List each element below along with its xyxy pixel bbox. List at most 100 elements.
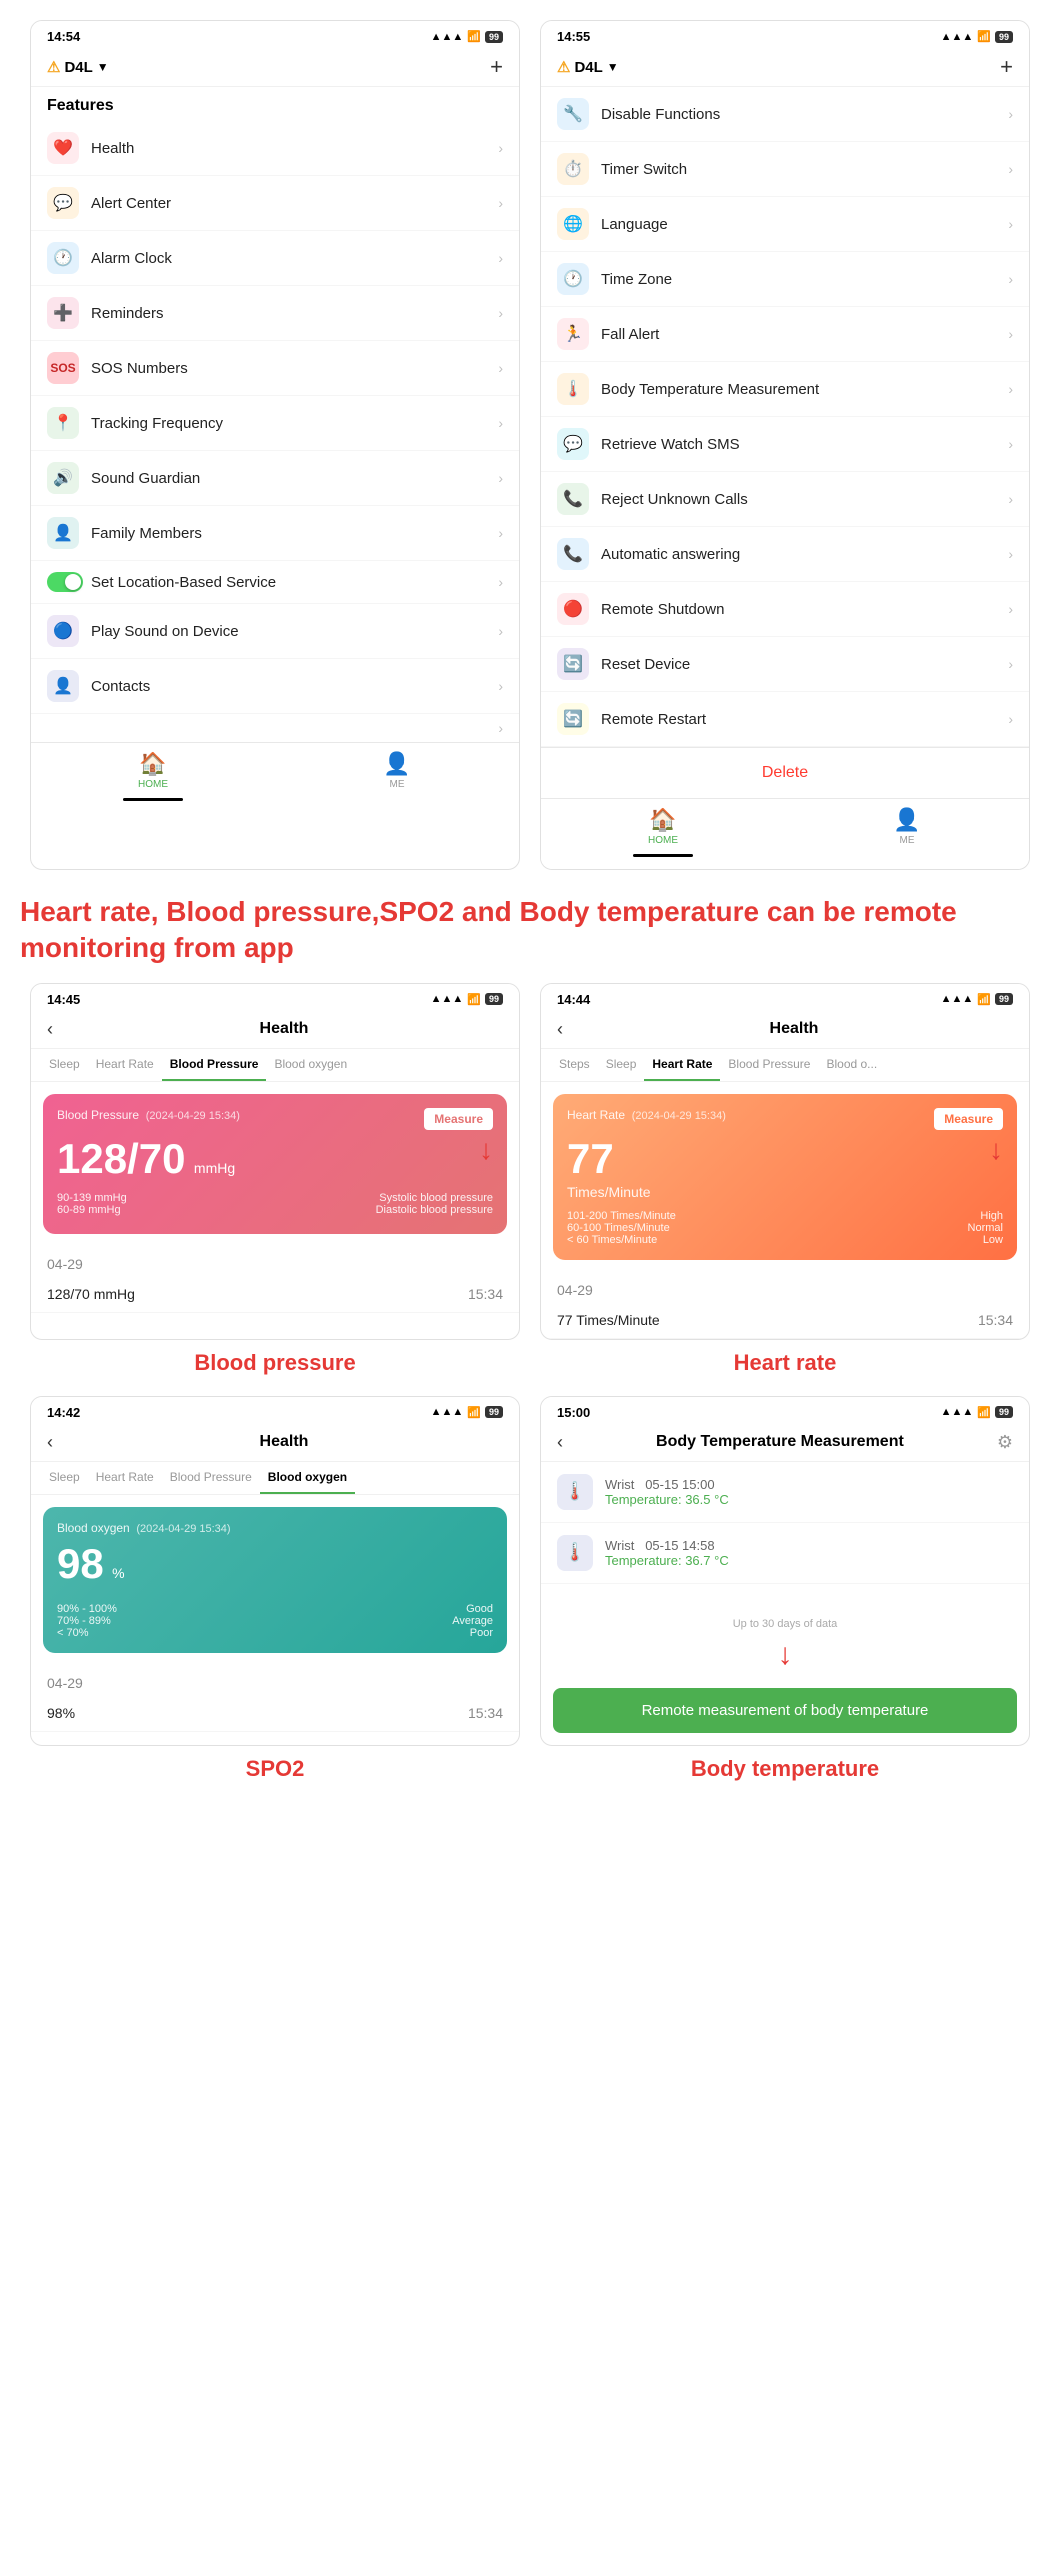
card-info: Blood Pressure (2024-04-29 15:34): [57, 1108, 240, 1122]
spo2-nav: ‹ Health: [31, 1424, 519, 1462]
remote-measure-button[interactable]: Remote measurement of body temperature: [553, 1688, 1017, 1733]
range-low: < 60 Times/Minute: [567, 1234, 657, 1246]
right-status-bar: 14:55 ▲▲▲ 📶 99: [541, 21, 1029, 48]
home-nav-label: HOME: [138, 779, 168, 790]
tab-bo[interactable]: Blood oxygen: [260, 1462, 355, 1494]
range-avg: 70% - 89%: [57, 1615, 111, 1627]
menu-item-sos[interactable]: SOS SOS Numbers ›: [31, 341, 519, 396]
card-title-row: Blood oxygen (2024-04-29 15:34): [57, 1521, 493, 1535]
temp-item-2: 🌡️ Wrist 05-15 14:58 Temperature: 36.7 °…: [541, 1523, 1029, 1584]
home-nav-item[interactable]: 🏠 HOME: [541, 807, 785, 857]
signal-icon: ▲▲▲: [431, 993, 464, 1005]
tab-sleep[interactable]: Sleep: [41, 1462, 88, 1494]
tab-bo[interactable]: Blood o...: [818, 1049, 885, 1081]
add-button[interactable]: +: [1000, 54, 1013, 80]
menu-item-fall[interactable]: 🏃 Fall Alert ›: [541, 307, 1029, 362]
menu-item-reminders[interactable]: ➕ Reminders ›: [31, 286, 519, 341]
home-nav-item[interactable]: 🏠 HOME: [31, 751, 275, 801]
menu-item-sms[interactable]: 💬 Retrieve Watch SMS ›: [541, 417, 1029, 472]
tab-bloodpressure[interactable]: Blood Pressure: [162, 1049, 267, 1081]
menu-item-timezone[interactable]: 🕐 Time Zone ›: [541, 252, 1029, 307]
menu-item-body-temp[interactable]: 🌡️ Body Temperature Measurement ›: [541, 362, 1029, 417]
card-value-row: 128/70 mmHg: [57, 1136, 493, 1182]
middle-heading: Heart rate, Blood pressure,SPO2 and Body…: [0, 870, 1060, 983]
location-toggle[interactable]: [47, 572, 83, 592]
back-button[interactable]: ‹: [47, 1432, 53, 1453]
home-nav-label: HOME: [648, 835, 678, 846]
range-row-1: 90% - 100% Good: [57, 1603, 493, 1615]
tab-bloodoxygen[interactable]: Blood oxygen: [266, 1049, 355, 1081]
alert-label: Alert Center: [91, 195, 498, 212]
menu-item-remote-shutdown[interactable]: 🔴 Remote Shutdown ›: [541, 582, 1029, 637]
chevron-icon: ›: [1008, 381, 1013, 397]
tab-heartrate[interactable]: Heart Rate: [88, 1049, 162, 1081]
add-button[interactable]: +: [490, 54, 503, 80]
spo2-icons: ▲▲▲ 📶 99: [431, 1406, 503, 1419]
menu-item-location[interactable]: Set Location-Based Service ›: [31, 561, 519, 604]
me-nav-item[interactable]: 👤 ME: [275, 751, 519, 801]
menu-item-reject-calls[interactable]: 📞 Reject Unknown Calls ›: [541, 472, 1029, 527]
menu-item-disable[interactable]: 🔧 Disable Functions ›: [541, 87, 1029, 142]
language-icon: 🌐: [557, 208, 589, 240]
left-menu-list: ❤️ Health › 💬 Alert Center › 🕐 Alarm Clo…: [31, 121, 519, 714]
tab-sleep[interactable]: Sleep: [598, 1049, 645, 1081]
me-nav-item[interactable]: 👤 ME: [785, 807, 1029, 857]
hp-left-icons: ▲▲▲ 📶 99: [431, 993, 503, 1006]
delete-button[interactable]: Delete: [541, 747, 1029, 798]
me-nav-label: ME: [390, 779, 405, 790]
range-diastolic: 60-89 mmHg: [57, 1204, 121, 1216]
menu-item-remote-restart[interactable]: 🔄 Remote Restart ›: [541, 692, 1029, 747]
tab-sleep[interactable]: Sleep: [41, 1049, 88, 1081]
body-temp-label: Body Temperature Measurement: [601, 381, 1008, 398]
spo2-status: 14:42 ▲▲▲ 📶 99: [31, 1397, 519, 1424]
measure-button[interactable]: Measure: [424, 1108, 493, 1130]
reminders-label: Reminders: [91, 305, 498, 322]
data-time: 15:34: [468, 1705, 503, 1721]
temp-type-1: Wrist 05-15 15:00: [605, 1477, 729, 1492]
tab-steps[interactable]: Steps: [551, 1049, 598, 1081]
menu-item-auto-answer[interactable]: 📞 Automatic answering ›: [541, 527, 1029, 582]
range-row-3: < 60 Times/Minute Low: [567, 1234, 1003, 1246]
menu-item-language[interactable]: 🌐 Language ›: [541, 197, 1029, 252]
tab-heartrate[interactable]: Heart Rate: [644, 1049, 720, 1081]
chevron-icon: ›: [498, 250, 503, 266]
card-info: Heart Rate (2024-04-29 15:34): [567, 1108, 726, 1122]
menu-item-reset[interactable]: 🔄 Reset Device ›: [541, 637, 1029, 692]
right-phone: 14:55 ▲▲▲ 📶 99 ⚠ D4L ▼ + 🔧 Disable Funct…: [540, 20, 1030, 870]
menu-item-alert[interactable]: 💬 Alert Center ›: [31, 176, 519, 231]
bp-caption: Blood pressure: [30, 1340, 520, 1396]
menu-item-play-sound[interactable]: 🔵 Play Sound on Device ›: [31, 604, 519, 659]
card-title-row: Blood Pressure (2024-04-29 15:34) Measur…: [57, 1108, 493, 1130]
left-phone: 14:54 ▲▲▲ 📶 99 ⚠ D4L ▼ + Features ❤️ Hea…: [30, 20, 520, 870]
back-button[interactable]: ‹: [557, 1432, 563, 1453]
hr-value: 77: [567, 1135, 614, 1182]
down-arrow-icon: ↓: [479, 1134, 493, 1166]
back-button[interactable]: ‹: [557, 1019, 563, 1040]
menu-item-contacts[interactable]: 👤 Contacts ›: [31, 659, 519, 714]
settings-icon[interactable]: ⚙: [997, 1432, 1013, 1453]
fall-label: Fall Alert: [601, 326, 1008, 343]
bp-unit: mmHg: [194, 1160, 235, 1176]
bp-value: 128/70: [57, 1135, 185, 1182]
menu-item-timer[interactable]: ⏱️ Timer Switch ›: [541, 142, 1029, 197]
tab-heartrate[interactable]: Heart Rate: [88, 1462, 162, 1494]
menu-item-health[interactable]: ❤️ Health ›: [31, 121, 519, 176]
range-good: 90% - 100%: [57, 1603, 117, 1615]
menu-item-tracking[interactable]: 📍 Tracking Frequency ›: [31, 396, 519, 451]
menu-item-alarm[interactable]: 🕐 Alarm Clock ›: [31, 231, 519, 286]
menu-item-family[interactable]: 👤 Family Members ›: [31, 506, 519, 561]
back-button[interactable]: ‹: [47, 1019, 53, 1040]
health-title: Health: [575, 1020, 1013, 1038]
temp-details-2: Wrist 05-15 14:58 Temperature: 36.7 °C: [605, 1538, 729, 1568]
data-row: 98% 15:34: [31, 1695, 519, 1732]
chevron-icon: ›: [1008, 546, 1013, 562]
menu-item-sound-guardian[interactable]: 🔊 Sound Guardian ›: [31, 451, 519, 506]
measure-button[interactable]: Measure: [934, 1108, 1003, 1130]
card-label: Heart Rate (2024-04-29 15:34): [567, 1108, 726, 1122]
hp-left-time: 14:45: [47, 992, 80, 1007]
tab-bp[interactable]: Blood Pressure: [162, 1462, 260, 1494]
tab-bp[interactable]: Blood Pressure: [720, 1049, 818, 1081]
temp-icon-2: 🌡️: [557, 1535, 593, 1571]
reject-calls-label: Reject Unknown Calls: [601, 491, 1008, 508]
chevron-icon: ›: [498, 305, 503, 321]
